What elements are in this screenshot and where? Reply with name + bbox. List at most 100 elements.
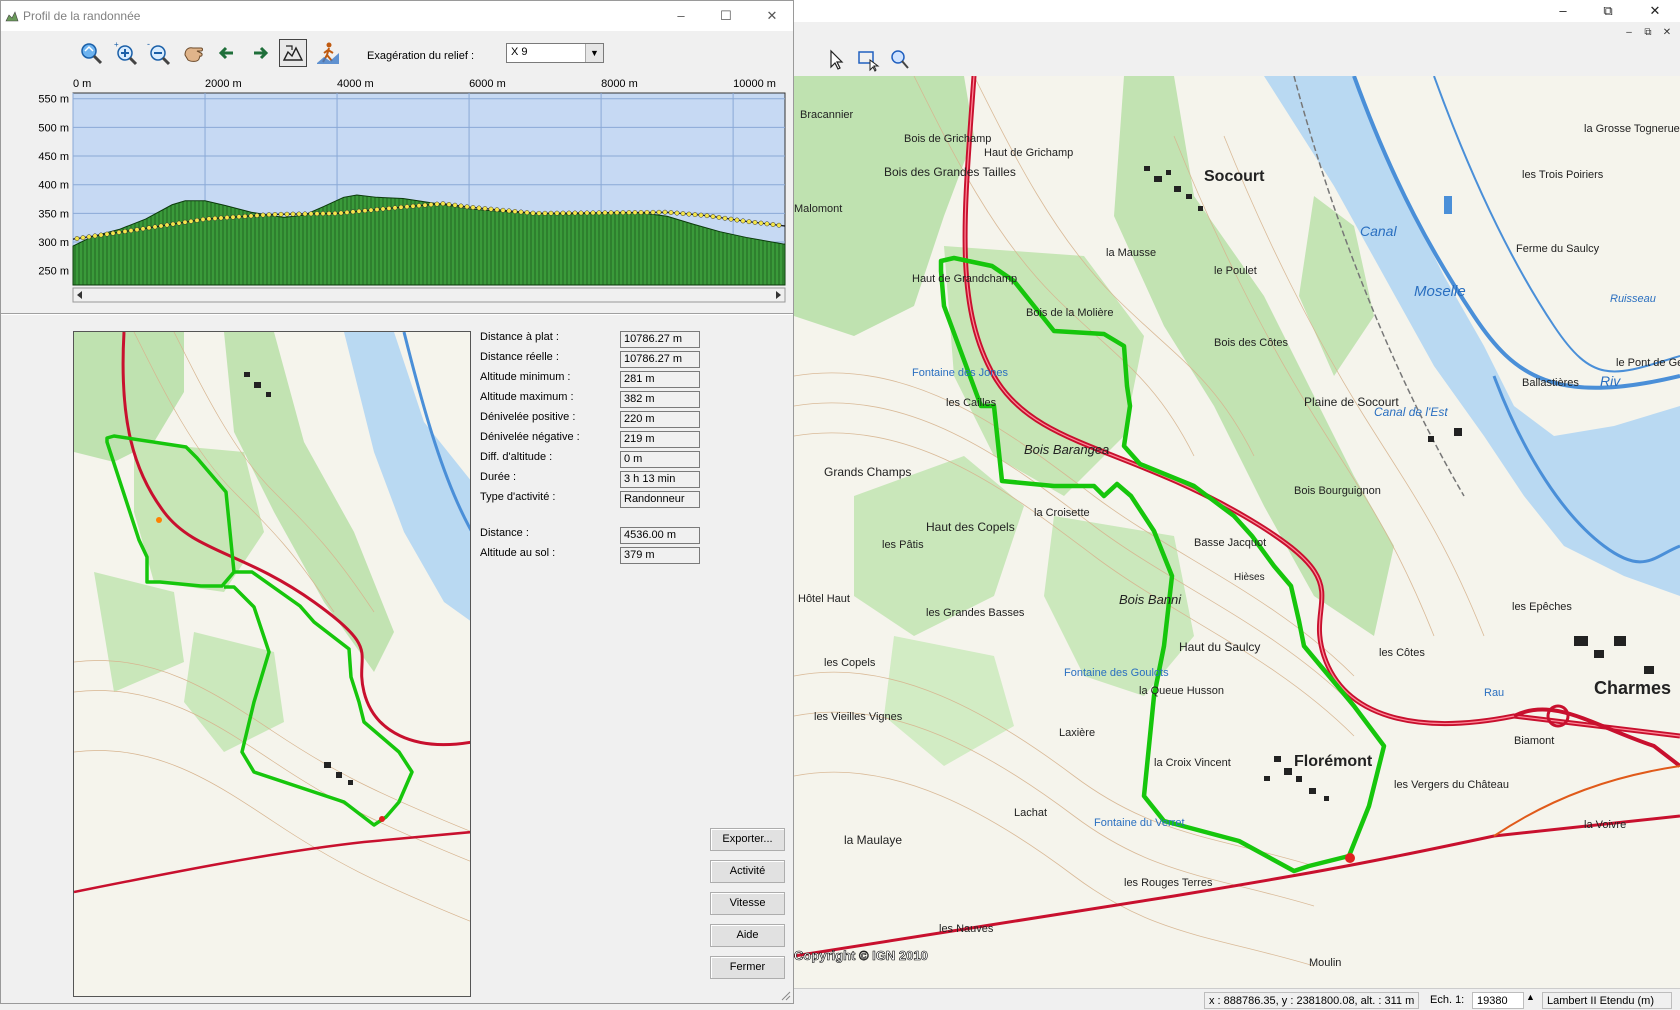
route-point [284,211,290,217]
route-point [80,235,86,241]
mdi-restore-icon[interactable]: ⧉ [1639,26,1657,40]
route-point [86,234,92,240]
elevation-profile-chart[interactable]: 0 m 2000 m 4000 m 6000 m 8000 m 10000 m 250 m… [1,75,793,305]
map-label-floremont: Florémont [1294,753,1373,770]
map-copyright: Copyright © IGN 2010 [794,948,928,963]
map-label-bois-des-cotes: Bois des Côtes [1214,337,1288,349]
route-point [230,214,236,220]
route-point [272,211,278,217]
route-point [458,203,464,209]
route-point [350,209,356,215]
speed-button[interactable]: Vitesse [710,892,785,915]
pan-hand-icon[interactable] [179,39,207,67]
route-point [134,227,140,233]
route-point [260,212,266,218]
map-label-haut-des-copels: Haut des Copels [926,520,1015,534]
route-point [236,214,242,220]
map-label-les-grandes-basses: les Grandes Basses [926,607,1025,619]
help-button[interactable]: Aide [710,924,785,947]
arrow-right-icon[interactable] [246,39,274,67]
route-point [554,210,560,216]
map-label-la-voivre: la Voivre [1584,819,1626,831]
profile-titlebar: Profil de la randonnée – ☐ ✕ [1,1,793,31]
route-point [446,201,452,207]
map-label-grands-champs: Grands Champs [824,465,911,479]
mdi-close-icon[interactable]: ✕ [1658,26,1676,40]
mini-map[interactable] [73,331,471,997]
map-label-ballastieres: Ballastières [1522,377,1579,389]
route-point [386,205,392,211]
route-point [692,212,698,218]
svg-text:+: + [114,40,119,49]
zoom-out-icon[interactable]: - [144,39,172,67]
route-point [542,210,548,216]
profile-close-icon[interactable]: ✕ [757,5,787,27]
exaggeration-select[interactable]: X 9 ▼ [506,43,604,63]
hiker-icon[interactable] [314,39,342,67]
profile-app-icon [5,11,19,22]
zoom-extent-icon[interactable] [77,39,105,67]
route-point [212,215,218,221]
route-point [278,211,284,217]
profile-maximize-icon[interactable]: ☐ [711,5,741,27]
route-point [734,217,740,223]
route-point [728,216,734,222]
map-label-les-vieilles-vignes: les Vieilles Vignes [814,711,903,723]
route-point [686,211,692,217]
map-label-socourt: Socourt [1204,168,1265,185]
restore-icon[interactable]: ⧉ [1593,0,1623,22]
route-point [398,204,404,210]
profile-dialog: Profil de la randonnée – ☐ ✕ + - Exagéra… [0,0,794,1004]
big-map[interactable]: Socourt Florémont Charmes Bois Barangea … [794,76,1680,988]
route-point [578,210,584,216]
arrow-left-icon[interactable] [213,39,241,67]
route-point [548,210,554,216]
route-point [668,210,674,216]
route-point [140,226,146,232]
profile-view-icon[interactable] [279,39,307,67]
map-label-bois-barangea: Bois Barangea [1024,442,1109,457]
y-tick-label: 450 m [38,151,69,163]
x-tick-label: 10000 m [733,78,776,90]
stat-label-ground-altitude: Altitude au sol : [480,547,556,559]
profile-svg: 0 m 2000 m 4000 m 6000 m 8000 m 10000 m 250 m… [38,78,786,303]
route-point [104,231,110,237]
map-label-bois-de-la-moliere: Bois de la Molière [1026,307,1113,319]
map-label-les-vergers: les Vergers du Château [1394,779,1509,791]
resize-grip-icon[interactable] [779,989,791,1001]
minimize-icon[interactable]: – [1548,0,1578,22]
map-label-bois-grandes-tailles: Bois des Grandes Tailles [884,165,1016,179]
select-pointer-icon[interactable] [822,46,848,72]
route-point [368,207,374,213]
route-point [254,213,260,218]
zoom-in-icon[interactable]: + [111,39,139,67]
route-point [758,220,764,226]
route-point [530,210,536,216]
route-point [188,218,194,224]
stat-label-activity-type: Type d'activité : [480,491,556,503]
y-tick-label: 400 m [38,180,69,192]
zoom-pointer-icon[interactable] [886,46,912,72]
map-label-canal: Canal [1360,223,1397,239]
close-icon[interactable]: ✕ [1640,0,1670,22]
profile-minimize-icon[interactable]: – [666,5,696,27]
chevron-down-icon[interactable]: ▼ [585,44,603,62]
route-point [428,202,434,208]
mdi-minimize-icon[interactable]: – [1620,26,1638,40]
status-bar: x : 888786.35, y : 2381800.08, alt. : 31… [794,988,1680,1010]
map-label-les-cailles: les Cailles [946,397,997,409]
activity-button[interactable]: Activité [710,860,785,883]
x-tick-label: 0 m [73,78,91,90]
map-label-bois-de-grichamp: Bois de Grichamp [904,133,991,145]
route-point [506,208,512,214]
route-point [170,221,176,227]
close-button[interactable]: Fermer [710,956,785,979]
scale-spin-icon[interactable]: ▲ [1526,992,1535,1002]
export-button[interactable]: Exporter... [710,828,785,851]
select-rectangle-icon[interactable] [854,46,880,72]
scale-input[interactable]: 19380 [1472,992,1524,1009]
route-point [524,210,530,216]
route-point [482,206,488,212]
route-point [158,223,164,229]
exaggeration-label: Exagération du relief : [367,50,475,62]
